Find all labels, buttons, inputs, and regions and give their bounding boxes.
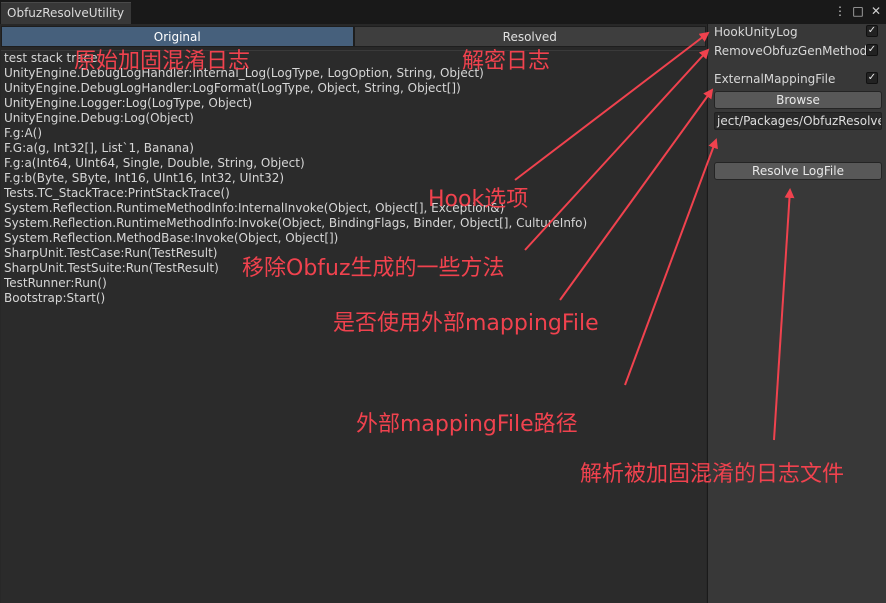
log-line: F.g:a(Int64, UInt64, Single, Double, Str… [4, 156, 305, 170]
browse-button[interactable]: Browse [714, 91, 882, 109]
external-mapping-file-checkbox[interactable]: ✓ [866, 72, 878, 84]
log-line: F.g:A() [4, 126, 43, 140]
hook-unity-log-option: HookUnityLog ✓ [714, 24, 882, 40]
external-mapping-file-option: ExternalMappingFile ✓ [714, 71, 882, 87]
maximize-icon[interactable]: □ [852, 4, 864, 18]
hook-unity-log-checkbox[interactable]: ✓ [866, 25, 878, 37]
log-line: F.g:b(Byte, SByte, Int16, UInt16, Int32,… [4, 171, 285, 185]
options-panel: HookUnityLog ✓ RemoveObfuzGenMethod ✓ Ex… [708, 24, 886, 603]
annotation-resolve-file: 解析被加固混淆的日志文件 [580, 462, 845, 487]
log-line: Bootstrap:Start() [4, 291, 106, 305]
obfuz-resolve-window: ObfuzResolveUtility ⋮ □ ✕ Original Resol… [0, 0, 886, 603]
external-mapping-file-label: ExternalMappingFile [714, 72, 836, 86]
remove-obfuz-gen-method-checkbox[interactable]: ✓ [866, 44, 878, 56]
log-line: UnityEngine.Debug:Log(Object) [4, 111, 194, 125]
annotation-external-path: 外部mappingFile路径 [356, 412, 578, 437]
mapping-file-path-field[interactable]: ject/Packages/ObfuzResolve [714, 112, 882, 130]
log-line: System.Reflection.RuntimeMethodInfo:Invo… [4, 216, 588, 230]
annotation-hook-option: Hook选项 [428, 187, 529, 212]
resolve-logfile-button[interactable]: Resolve LogFile [714, 162, 882, 180]
title-bar: ObfuzResolveUtility ⋮ □ ✕ [0, 0, 886, 24]
log-line: UnityEngine.Logger:Log(LogType, Object) [4, 96, 253, 110]
annotation-original-log: 原始加固混淆日志 [74, 49, 251, 74]
menu-icon[interactable]: ⋮ [834, 4, 846, 18]
close-icon[interactable]: ✕ [870, 4, 882, 18]
annotation-remove-methods: 移除Obfuz生成的一些方法 [242, 256, 505, 281]
window-tab[interactable]: ObfuzResolveUtility [1, 2, 131, 24]
remove-obfuz-gen-method-option: RemoveObfuzGenMethod ✓ [714, 43, 882, 59]
log-line: F.G:a(g, Int32[], List`1, Banana) [4, 141, 194, 155]
hook-unity-log-label: HookUnityLog [714, 25, 798, 39]
remove-obfuz-gen-method-label: RemoveObfuzGenMethod [714, 44, 868, 58]
log-line: System.Reflection.MethodBase:Invoke(Obje… [4, 231, 339, 245]
window-controls: ⋮ □ ✕ [834, 4, 882, 18]
annotation-decrypted-log: 解密日志 [462, 49, 551, 74]
annotation-use-external: 是否使用外部mappingFile [333, 311, 599, 336]
log-line: System.Reflection.RuntimeMethodInfo:Inte… [4, 201, 505, 215]
log-line: Tests.TC_StackTrace:PrintStackTrace() [4, 186, 230, 200]
log-line: UnityEngine.DebugLogHandler:LogFormat(Lo… [4, 81, 461, 95]
